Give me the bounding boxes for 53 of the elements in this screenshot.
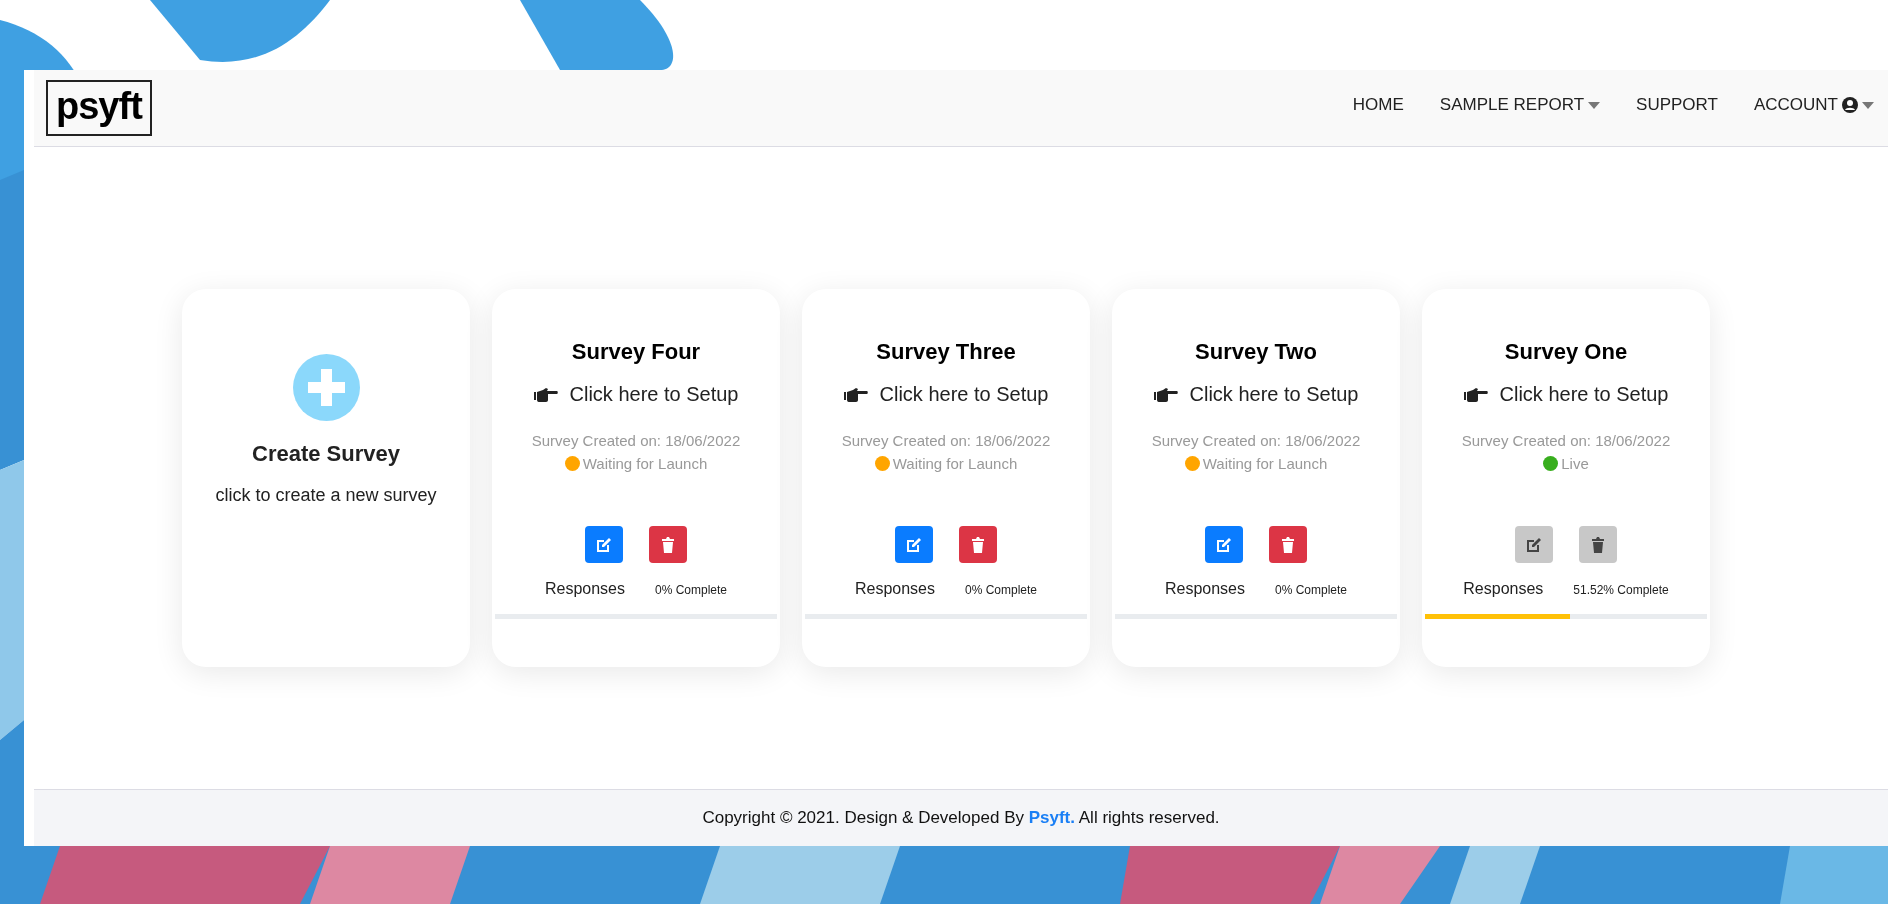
status-text: Waiting for Launch [582,455,708,472]
nav-link[interactable]: ACCOUNT [1753,95,1874,115]
trash-icon [969,535,987,554]
trash-icon [1279,535,1297,554]
created-date: Survey Created on: 18/06/2022 [1461,432,1671,449]
nav-link[interactable]: SUPPORT [1636,95,1718,115]
completion-text: 51.52% Complete [1573,583,1669,597]
logo[interactable]: psyft [46,80,152,136]
delete-button[interactable] [649,526,687,563]
responses-label: Responses [544,580,625,598]
setup-link[interactable]: Click here to Setup [843,383,1049,406]
trash-icon [659,535,677,554]
delete-button[interactable] [1269,526,1307,563]
completion-text: 0% Complete [1275,583,1348,597]
status-text: Live [1561,455,1589,472]
plus-icon [292,354,360,421]
completion-text: 0% Complete [965,583,1038,597]
survey-title: Survey Two [1195,339,1317,365]
created-date: Survey Created on: 18/06/2022 [841,432,1051,449]
trash-icon [1589,535,1607,554]
setup-link[interactable]: Click here to Setup [1153,383,1359,406]
pointing-hand-icon [1153,386,1178,403]
edit-icon [595,535,613,554]
status-text: Waiting for Launch [1202,455,1328,472]
created-date: Survey Created on: 18/06/2022 [531,432,741,449]
create-survey-subtitle: click to create a new survey [215,485,437,506]
edit-icon [1525,535,1543,554]
nav-link[interactable]: HOME [1352,95,1404,115]
responses-label: Responses [854,580,935,598]
edit-button[interactable] [1205,526,1243,563]
responses-label: Responses [1164,580,1245,598]
survey-title: Survey Four [571,339,701,365]
edit-button[interactable] [585,526,623,563]
edit-icon [1215,535,1233,554]
nav-link[interactable]: SAMPLE REPORT [1439,95,1601,115]
status-text: Waiting for Launch [892,455,1018,472]
delete-button[interactable] [959,526,997,563]
pointing-hand-icon [843,386,868,403]
pointing-hand-icon [533,386,558,403]
survey-title: Survey Three [876,339,1016,365]
user-icon [1842,97,1858,113]
setup-link[interactable]: Click here to Setup [1463,383,1669,406]
survey-title: Survey One [1504,339,1628,365]
created-date: Survey Created on: 18/06/2022 [1151,432,1361,449]
copyright-text: Copyright © 2021. Design & Developed By Psyft. All rights reserved. [702,808,1220,828]
completion-text: 0% Complete [655,583,728,597]
setup-link[interactable]: Click here to Setup [533,383,739,406]
edit-icon [905,535,923,554]
edit-button[interactable] [895,526,933,563]
create-survey-title: Create Survey [252,441,400,467]
create-survey-card[interactable]: Create Survey click to create a new survey [182,289,470,667]
responses-label: Responses [1463,580,1544,598]
pointing-hand-icon [1463,386,1488,403]
